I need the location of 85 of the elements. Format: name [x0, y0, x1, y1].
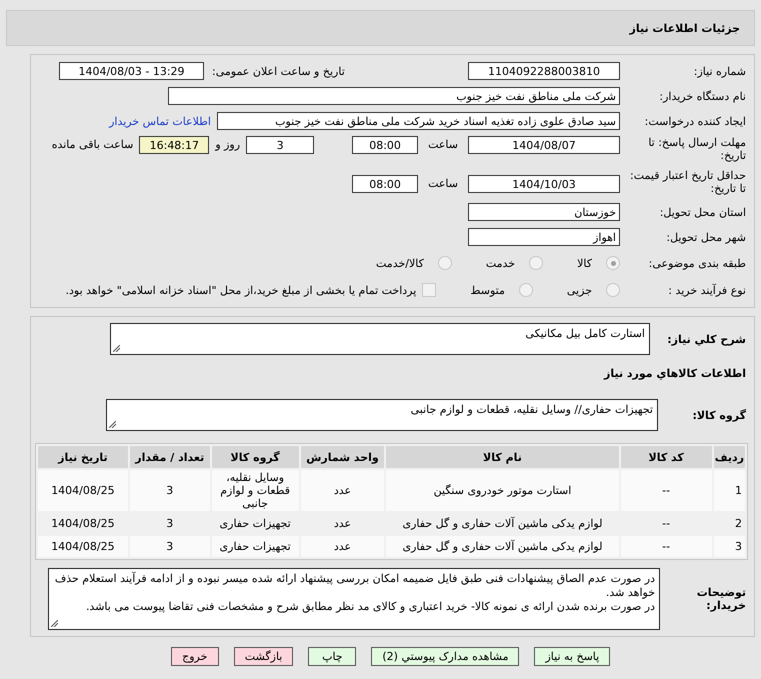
field-label: طبقه بندی موضوعی: [648, 256, 746, 270]
checkbox-label: پرداخت تمام یا بخشی از مبلغ خرید،از محل "اسناد خزانه اسلامی" خواهد بود. [66, 284, 416, 296]
table-cell: -- [662, 540, 670, 553]
table-cell: 1404/08/25 [51, 484, 115, 497]
summary-textarea[interactable]: استارت کامل بیل مکانیکی [110, 323, 650, 355]
announce-date-field: 1404/08/03 - 13:29 [59, 62, 204, 80]
field-label: مهلت ارسال پاسخ: تا تاریخ: [647, 136, 746, 162]
action-button[interactable]: مشاهده مدارک پیوستي (2) [371, 647, 520, 666]
column-header: کد کالا [620, 446, 712, 468]
section-title: اطلاعات کالاهاي مورد نیاز [602, 366, 746, 380]
radio-button[interactable] [606, 256, 620, 270]
table-cell: -- [662, 484, 670, 497]
days-field: 3 [246, 136, 314, 154]
radio-button[interactable] [529, 256, 544, 270]
field-label: ایجاد کننده درخواست: [644, 114, 746, 128]
table-cell: 3 [166, 517, 174, 530]
field-label: توضیحات خریدار: [696, 586, 746, 612]
field-label: استان محل تحویل: [658, 206, 746, 218]
need-number-field: 1104092288003810 [468, 62, 620, 80]
page-title: جزئیات اطلاعات نیاز [630, 22, 740, 34]
time-label: ساعت [428, 138, 458, 151]
checkbox[interactable] [422, 283, 436, 297]
notes-paragraph: در صورت برنده شدن ارائه ی نمونه کالا- خرید اعتباری و کالای مد نظر مطابق شرح و مشخصات فنی تقاضا پیوست می باشد. [84, 600, 655, 614]
table-cell: 1 [735, 484, 742, 497]
remaining-label: ساعت باقی مانده [52, 138, 134, 151]
table-cell: 1404/08/25 [51, 540, 115, 553]
days-label: روز و [215, 138, 240, 151]
validity-date-field: 1404/10/03 [468, 175, 620, 193]
resize-grip-icon [113, 345, 120, 352]
table-cell: استارت موتور خودروی سنگین [434, 484, 572, 497]
city-field: اهواز [468, 228, 620, 246]
radio-label: کالا/خدمت [376, 256, 424, 270]
column-header: گروه کالا [212, 446, 299, 468]
radio-button[interactable] [438, 256, 452, 270]
notes-textarea[interactable] [48, 568, 660, 630]
radio-label: جزیی [566, 284, 592, 296]
action-button[interactable]: بازگشت [234, 647, 294, 666]
validity-time-field: 08:00 [352, 175, 418, 193]
table-cell: تجهیزات حفاری [220, 517, 291, 530]
contact-link[interactable]: اطلاعات تماس خریدار [109, 114, 211, 128]
table-cell: عدد [334, 540, 352, 553]
table-cell: عدد [334, 517, 352, 530]
column-header: تعداد / مقدار [130, 446, 210, 468]
radio-button[interactable] [518, 283, 533, 297]
column-header: ردیف [714, 446, 745, 468]
deadline-time-field: 08:00 [352, 136, 418, 154]
table-cell: تجهیزات حفاری [220, 540, 291, 553]
table-cell: -- [662, 517, 670, 530]
resize-grip-icon [109, 421, 116, 428]
table-cell: 3 [166, 540, 174, 553]
radio-label: متوسط [470, 284, 505, 296]
field-label: شماره نیاز: [692, 64, 746, 78]
remaining-time-field: 16:48:17 [139, 136, 210, 154]
table-cell: لوازم یدکی ماشین آلات حفاری و گل حفاری [402, 517, 602, 530]
time-label: ساعت [428, 177, 458, 190]
field-label: نوع فرآیند خرید : [667, 284, 746, 296]
buyer-field: شرکت ملی مناطق نفت خیز جنوب [168, 87, 620, 105]
notes-paragraph: در صورت عدم الصاق پیشنهادات فنی طبق فایل ضمیمه امکان بررسی پیشنهاد ارائه شده میسر نبوده و از ادامه فرآیند استعلام حذف خواهد شد. [54, 572, 655, 600]
table-cell: 3 [735, 540, 742, 553]
field-label: تاریخ و ساعت اعلان عمومی: [211, 64, 346, 78]
table-cell: 1404/08/25 [51, 517, 115, 530]
resize-grip-icon [51, 620, 58, 627]
column-header: تاریخ نیاز [38, 446, 128, 468]
field-label: نام دستگاه خریدار: [658, 90, 746, 102]
radio-label: خدمت [486, 256, 516, 270]
table-cell: 3 [166, 484, 174, 497]
field-label: گروه کالا: [691, 408, 746, 422]
creator-field: سید صادق علوی زاده تغذیه اسناد خرید شرکت ملی مناطق نفت خیز جنوب [217, 112, 620, 130]
field-label: شهر محل تحویل: [665, 230, 746, 244]
table-cell: 2 [735, 517, 742, 530]
radio-button[interactable] [606, 283, 620, 297]
goods-group-textarea[interactable]: تجهیزات حفاری// وسایل نقلیه، قطعات و لوازم جانبی [106, 399, 658, 431]
table-cell: لوازم یدکی ماشین آلات حفاری و گل حفاری [402, 540, 602, 553]
column-header: نام کالا [386, 446, 619, 468]
action-button[interactable]: چاپ [308, 647, 356, 666]
field-label: حداقل تاریخ اعتبار قیمت: تا تاریخ: [629, 169, 746, 195]
field-label: شرح کلي نیاز: [666, 332, 746, 346]
action-button[interactable]: خروج [170, 647, 219, 666]
column-header: واحد شمارش [300, 446, 384, 468]
table-cell: عدد [334, 484, 352, 497]
province-field: خوزستان [468, 203, 620, 221]
table-cell: وسایل نقلیه، قطعات و لوازم جانبی [220, 471, 290, 510]
deadline-date-field: 1404/08/07 [468, 136, 620, 154]
radio-label: کالا [577, 256, 592, 270]
action-button[interactable]: پاسخ به نیاز [534, 647, 610, 666]
